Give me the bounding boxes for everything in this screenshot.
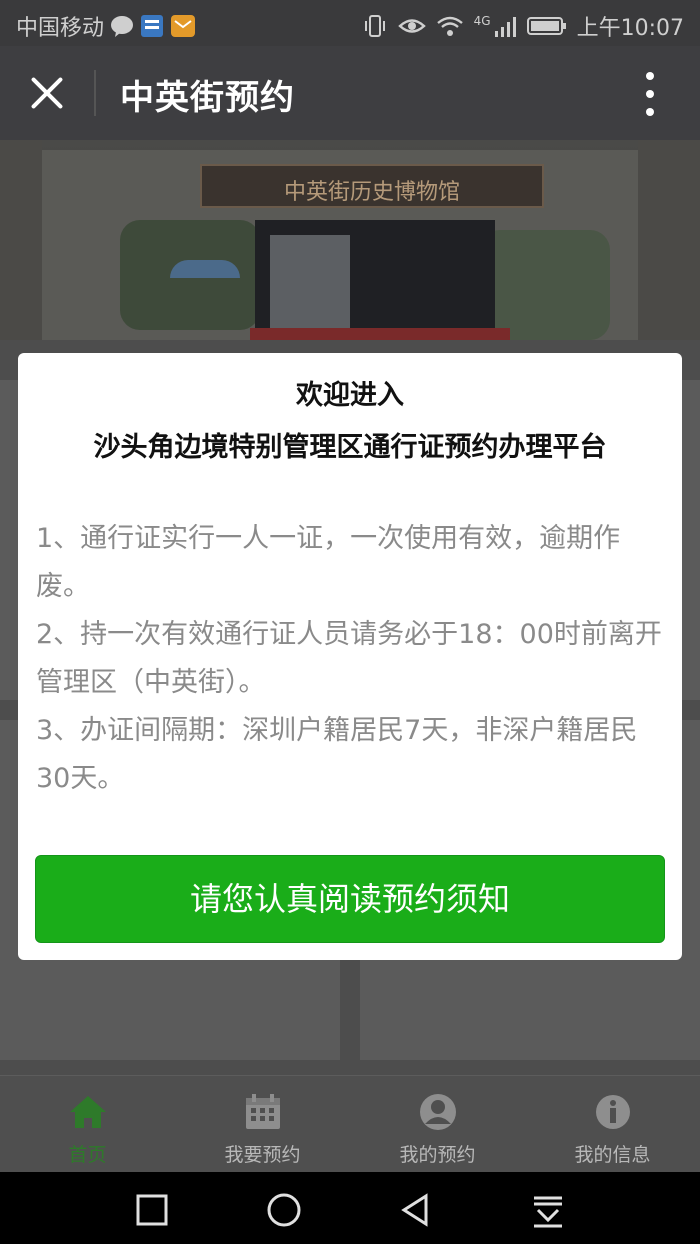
tab-my-bookings[interactable]: 我的预约 <box>350 1076 525 1173</box>
wifi-icon <box>436 16 463 36</box>
eye-icon <box>397 19 426 33</box>
red-carpet <box>250 328 510 340</box>
home-circle-icon[interactable] <box>264 1190 304 1230</box>
clock: 上午10:07 <box>576 16 684 41</box>
rules-list: 1、通行证实行一人一证，一次使用有效，逾期作废。 2、持一次有效通行证人员请务必… <box>36 515 666 803</box>
carrier-name: 中国移动 <box>16 16 105 41</box>
tab-label: 我的信息 <box>574 1144 651 1166</box>
close-icon[interactable] <box>28 74 66 112</box>
status-bar: 中国移动 4G 上午10:07 <box>0 0 700 46</box>
tab-label: 首页 <box>68 1144 107 1166</box>
museum-sign-text: 中英街历史博物馆 <box>283 180 460 205</box>
tab-label: 我的预约 <box>399 1144 476 1166</box>
tab-label: 我要预约 <box>224 1144 301 1166</box>
title-bar: 中英街预约 <box>0 46 700 140</box>
notice-modal: 欢迎进入 沙头角边境特别管理区通行证预约办理平台 1、通行证实行一人一证，一次使… <box>18 353 682 960</box>
tab-book[interactable]: 我要预约 <box>175 1076 350 1173</box>
status-right: 4G 上午10:07 <box>362 10 684 42</box>
wechat-bubble-icon <box>111 16 134 37</box>
rule-item: 2、持一次有效通行证人员请务必于18：00时前离开管理区（中英街）。 <box>36 619 662 698</box>
umbrella <box>170 260 240 278</box>
rule-item: 3、办证间隔期：深圳户籍居民7天，非深户籍居民30天。 <box>36 715 638 794</box>
rule-item: 1、通行证实行一人一证，一次使用有效，逾期作废。 <box>36 523 621 602</box>
info-icon <box>595 1095 630 1129</box>
title-divider <box>94 70 96 116</box>
back-icon[interactable] <box>396 1190 436 1230</box>
tab-home[interactable]: 首页 <box>0 1076 175 1173</box>
network-type: 4G <box>473 14 491 28</box>
banner-pillar-right <box>638 140 700 340</box>
system-nav-bar <box>0 1172 700 1244</box>
museum-sign: 中英街历史博物馆 <box>200 164 544 208</box>
user-circle-icon <box>419 1094 456 1130</box>
vibrate-icon <box>364 15 385 37</box>
recent-apps-icon[interactable] <box>132 1190 172 1230</box>
app-notification-icon <box>141 15 164 37</box>
mail-icon <box>171 15 196 37</box>
tree-right <box>480 230 610 340</box>
read-notice-button[interactable]: 请您认真阅读预约须知 <box>35 855 665 943</box>
home-icon <box>69 1096 106 1128</box>
signal-icon <box>494 17 516 37</box>
entrance-panel <box>270 235 350 340</box>
calendar-icon <box>245 1094 280 1129</box>
notification-pull-icon[interactable] <box>528 1190 568 1230</box>
tab-my-info[interactable]: 我的信息 <box>525 1076 700 1173</box>
page-title: 中英街预约 <box>120 78 295 118</box>
modal-title-line1: 欢迎进入 <box>296 380 404 411</box>
banner-image: 中英街历史博物馆 <box>0 140 700 340</box>
status-left: 中国移动 <box>16 10 196 42</box>
more-vertical-icon[interactable] <box>644 72 656 116</box>
banner-pillar-left <box>0 140 42 340</box>
modal-title-line2: 沙头角边境特别管理区通行证预约办理平台 <box>93 432 607 463</box>
battery-icon <box>526 17 566 35</box>
tab-bar: 首页 我要预约 我的预约 我的信息 <box>0 1075 700 1173</box>
